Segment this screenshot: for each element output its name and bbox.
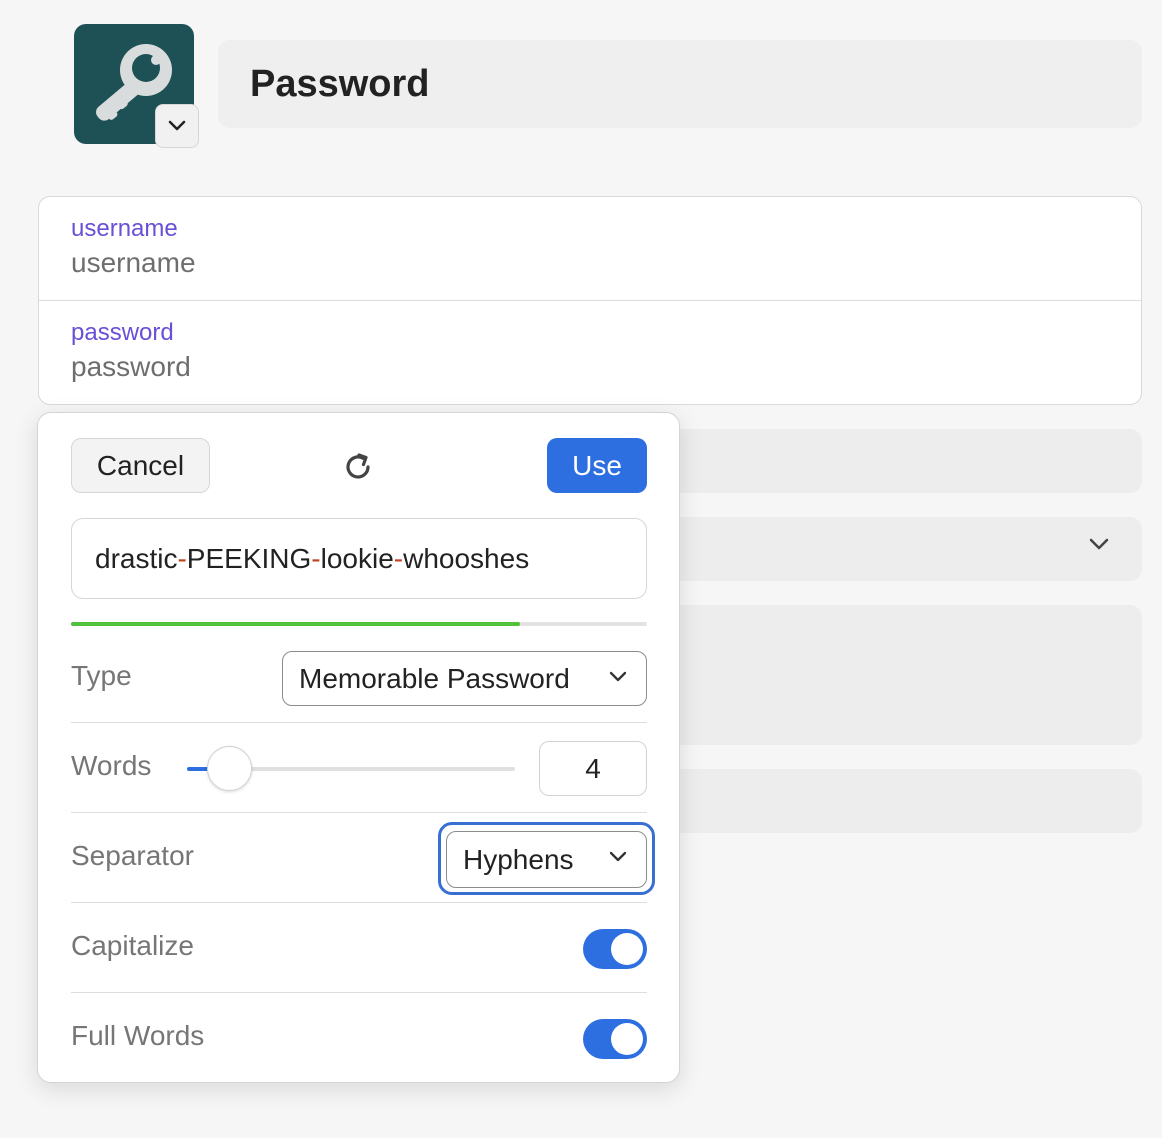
separator-char: - [311,542,321,574]
background-notes-field[interactable] [640,605,1142,745]
password-value: password [71,351,191,382]
password-word: PEEKING [186,542,312,574]
full-words-toggle[interactable] [583,1019,647,1059]
use-button[interactable]: Use [547,438,647,493]
background-field[interactable] [640,429,1142,493]
password-field[interactable]: password password [39,301,1141,405]
separator-select-value: Hyphens [463,843,574,875]
chevron-down-icon [168,120,186,131]
password-generator-popover: Cancel Use drastic-PEEKING-lookie-whoosh… [37,412,680,1083]
words-count-input[interactable]: 4 [539,741,647,796]
toggle-knob [611,1023,643,1055]
chevron-down-icon [1089,538,1109,550]
background-field[interactable] [640,769,1142,833]
background-select-field[interactable] [640,517,1142,581]
username-field[interactable]: username username [39,197,1141,301]
password-word: drastic [95,542,178,574]
strength-meter-fill [71,622,521,626]
capitalize-label: Capitalize [71,930,194,961]
full-words-label: Full Words [71,1020,205,1051]
item-title: Password [250,62,430,105]
type-select[interactable]: Memorable Password [282,651,647,706]
generated-password-text: drastic-PEEKING-lookie-whooshes [95,543,529,575]
regenerate-button[interactable] [338,447,378,487]
generated-password-field[interactable]: drastic-PEEKING-lookie-whooshes [71,518,647,599]
type-label: Type [71,660,132,691]
chevron-down-icon [609,851,627,862]
separator-char: - [393,542,404,574]
separator-char: - [177,542,187,574]
capitalize-row: Capitalize [71,903,647,993]
item-editor: Password username username password pass… [0,0,1162,1138]
refresh-icon [346,453,370,479]
password-label: password [71,319,174,346]
strength-meter [71,622,647,626]
username-label: username [71,215,178,242]
chevron-down-icon [609,671,627,682]
type-select-value: Memorable Password [299,662,570,694]
icon-menu-button[interactable] [155,104,199,148]
full-words-row: Full Words [71,993,647,1083]
capitalize-toggle[interactable] [583,929,647,969]
title-field[interactable]: Password [218,40,1142,128]
words-row: Words 4 [71,723,647,813]
separator-label: Separator [71,840,194,871]
credentials-card: username username password password [38,196,1142,405]
password-word: whooshes [403,542,530,574]
type-row: Type Memorable Password [71,633,647,723]
toggle-knob [611,933,643,965]
words-label: Words [71,750,152,781]
password-word: lookie [320,542,394,574]
words-slider-thumb[interactable] [207,746,253,791]
username-value: username [71,247,196,278]
separator-row: Separator Hyphens [71,813,655,903]
separator-select[interactable]: Hyphens [446,831,647,888]
cancel-button[interactable]: Cancel [71,438,210,493]
